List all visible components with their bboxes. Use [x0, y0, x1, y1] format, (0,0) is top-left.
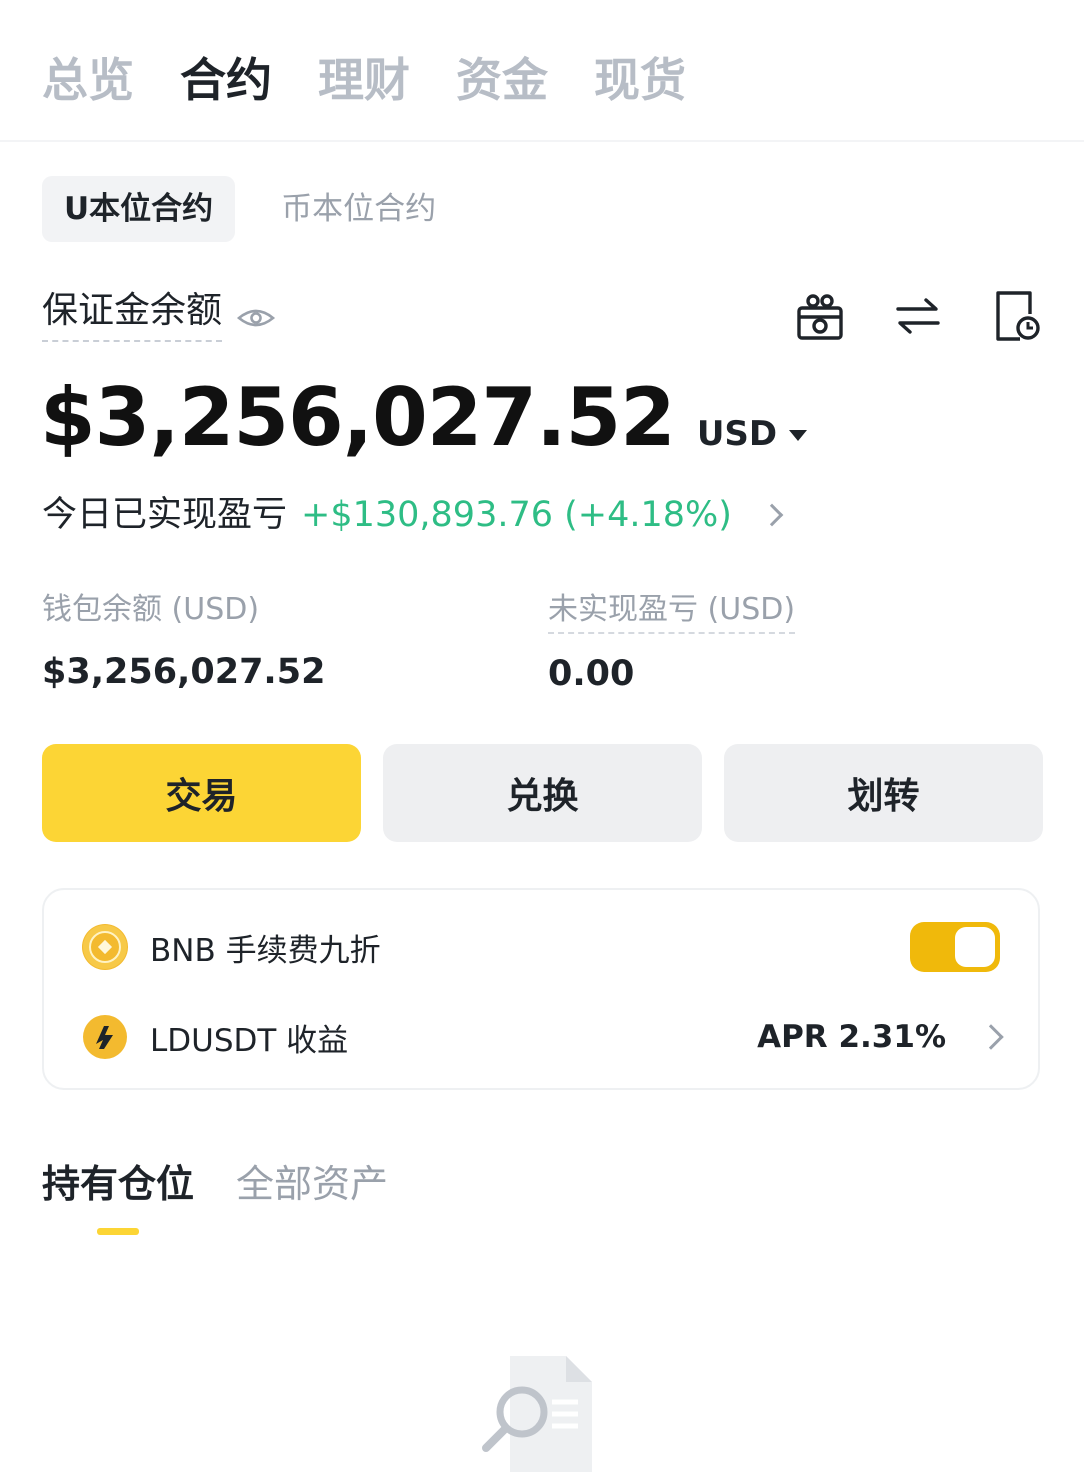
unrealized-pnl-stat: 未实现盈亏 (USD) 0.00	[548, 588, 796, 698]
chevron-right-icon[interactable]	[760, 503, 784, 527]
options-card: BNB 手续费九折 LDUSDT 收益 APR 2.31%	[42, 888, 1040, 1090]
margin-label-row: 保证金余额	[42, 288, 276, 342]
margin-balance-label[interactable]: 保证金余额	[42, 288, 223, 342]
trade-button[interactable]: 交易	[42, 744, 361, 842]
tab-funding[interactable]: 资金	[456, 48, 548, 112]
caret-down-icon	[789, 430, 808, 441]
tab-overview[interactable]: 总览	[42, 48, 134, 112]
top-divider	[0, 140, 1084, 142]
ldusdt-row[interactable]: LDUSDT 收益 APR 2.31%	[82, 1010, 1004, 1064]
today-pnl-label: 今日已实现盈亏	[42, 495, 288, 535]
tab-all-assets[interactable]: 全部资产	[236, 1158, 388, 1210]
balance-row: $3,256,027.52 USD	[40, 368, 808, 468]
currency-label: USD	[696, 414, 778, 454]
bnb-discount-label: BNB 手续费九折	[150, 932, 381, 969]
tab-earn[interactable]: 理财	[318, 48, 410, 112]
margin-balance-value: $3,256,027.52	[40, 371, 676, 464]
tab-spot[interactable]: 现货	[594, 48, 686, 112]
wallet-balance-label: 钱包余额 (USD)	[42, 592, 260, 627]
gift-icon[interactable]	[794, 290, 846, 342]
unrealized-pnl-label[interactable]: 未实现盈亏 (USD)	[548, 588, 796, 634]
wallet-balance-stat: 钱包余额 (USD) $3,256,027.52	[42, 588, 325, 696]
tab-futures[interactable]: 合约	[180, 48, 272, 112]
today-pnl-value: +$130,893.76 (+4.18%)	[301, 495, 732, 535]
bnb-discount-toggle[interactable]	[910, 922, 1000, 972]
sub-tabs: U本位合约 币本位合约	[42, 176, 458, 242]
history-icon[interactable]	[990, 290, 1042, 342]
convert-button[interactable]: 兑换	[383, 744, 702, 842]
position-tabs: 持有仓位 全部资产	[42, 1158, 388, 1235]
swap-icon[interactable]	[892, 290, 944, 342]
subtab-coinm-futures[interactable]: 币本位合约	[259, 176, 458, 242]
ldusdt-label: LDUSDT 收益	[150, 1022, 349, 1059]
wallet-balance-value: $3,256,027.52	[42, 652, 326, 692]
subtab-usdm-futures[interactable]: U本位合约	[42, 176, 236, 242]
currency-selector[interactable]: USD	[696, 414, 808, 454]
eye-icon[interactable]	[236, 298, 276, 338]
header-icons	[794, 290, 1042, 342]
tab-open-positions[interactable]: 持有仓位	[42, 1158, 194, 1235]
empty-search-icon	[478, 1352, 598, 1472]
chevron-right-icon[interactable]	[978, 1024, 1004, 1050]
toggle-knob	[955, 927, 995, 967]
action-buttons: 交易 兑换 划转	[42, 744, 1043, 842]
bnb-icon	[82, 924, 128, 970]
unrealized-pnl-value: 0.00	[548, 654, 635, 694]
ldusdt-icon	[82, 1014, 128, 1060]
bnb-discount-row: BNB 手续费九折	[82, 920, 1000, 974]
top-tabs: 总览 合约 理财 资金 现货	[42, 48, 686, 112]
pnl-row[interactable]: 今日已实现盈亏 +$130,893.76 (+4.18%)	[42, 490, 784, 540]
transfer-button[interactable]: 划转	[724, 744, 1043, 842]
apr-value: APR 2.31%	[757, 1019, 946, 1055]
